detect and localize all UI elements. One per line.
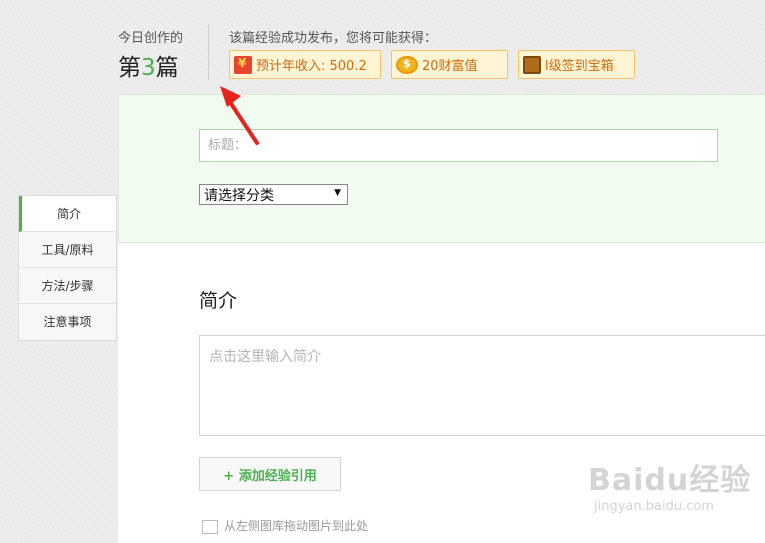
reward-badge-wealth: 20财富值 [391,50,508,79]
section-nav: 简介 工具/原料 方法/步骤 注意事项 [18,195,117,341]
reward-wealth-label: 20财富值 [422,59,478,74]
count-number: 3 [141,55,156,81]
reward-title: 该篇经验成功发布，您将可能获得： [229,31,438,46]
article-count: 第3篇 [118,48,179,82]
red-envelope-icon [234,55,252,74]
treasure-chest-icon [523,55,541,74]
today-created-label: 今日创作的 [118,31,184,46]
count-suffix: 篇 [155,55,179,81]
dropdown-arrow-icon: ▼ [334,188,341,198]
baidu-watermark: Baidu经验 jingyan.baidu.com [588,455,751,514]
nav-item-intro[interactable]: 简介 [19,196,116,232]
red-arrow-annotation [220,86,259,145]
count-prefix: 第 [118,55,141,81]
nav-item-notes[interactable]: 注意事项 [19,304,116,340]
header-divider [208,24,209,80]
watermark-url: jingyan.baidu.com [594,499,714,514]
drag-hint-text: 从左侧图库拖动图片到此处 [224,519,369,533]
reward-chest-label: l级签到宝箱 [545,59,614,74]
category-select[interactable]: 请选择分类 ▼ [199,184,348,205]
add-reference-button[interactable]: + 添加经验引用 [199,457,341,491]
title-input[interactable] [199,129,718,162]
intro-textarea[interactable]: 点击这里输入简介 [199,335,765,436]
reward-income-label: 预计年收入: 500.2 [256,59,367,74]
reward-badge-income: 预计年收入: 500.2 [229,50,381,79]
nav-item-steps[interactable]: 方法/步骤 [19,268,116,304]
category-selected-value: 请选择分类 [204,187,274,204]
drag-image-hint: 从左侧图库拖动图片到此处 [202,517,368,534]
reward-badge-chest: l级签到宝箱 [518,50,635,79]
intro-heading: 简介 [199,290,238,312]
nav-item-tools[interactable]: 工具/原料 [19,232,116,268]
coin-icon [396,55,418,74]
watermark-logo-text: Baidu经验 [588,463,752,498]
